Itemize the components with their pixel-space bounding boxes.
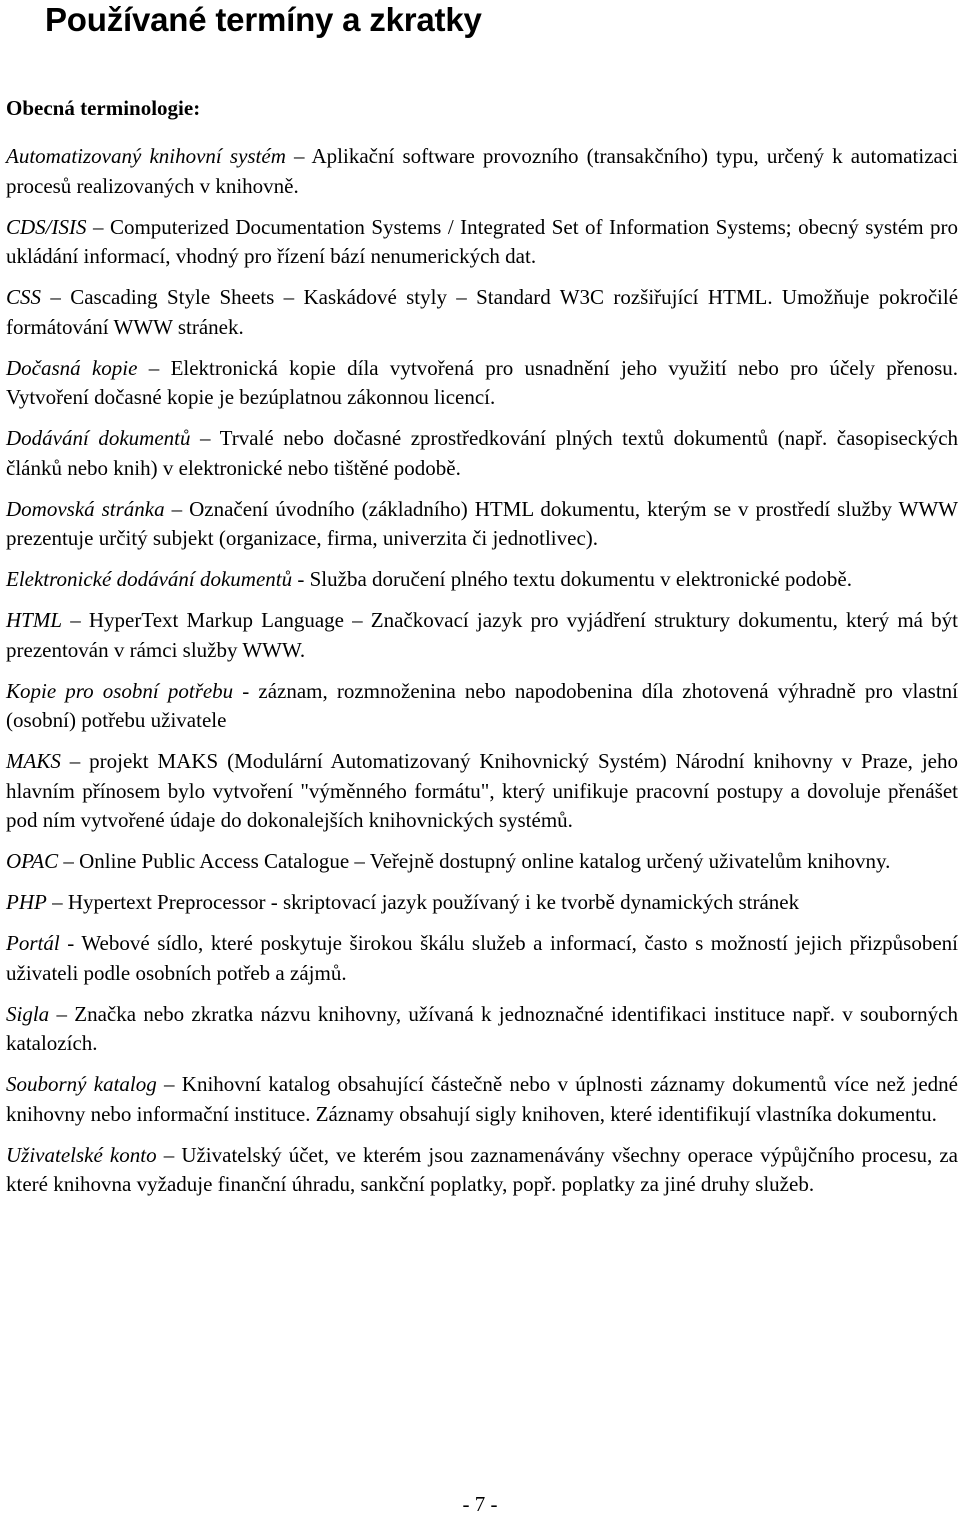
glossary-term: Dodávání dokumentů (6, 426, 191, 450)
glossary-entry: CDS/ISIS – Computerized Documentation Sy… (6, 213, 958, 272)
glossary-entry: OPAC – Online Public Access Catalogue – … (6, 847, 958, 877)
glossary-term: PHP (6, 890, 47, 914)
glossary-entry: Automatizovaný knihovní systém – Aplikač… (6, 142, 958, 201)
separator: – (137, 355, 171, 380)
glossary-entry: Dodávání dokumentů – Trvalé nebo dočasné… (6, 424, 958, 483)
glossary-term: Elektronické dodávání dokumentů (6, 567, 293, 591)
glossary-term: Dočasná kopie (6, 355, 138, 380)
glossary-entry: Domovská stránka – Označení úvodního (zá… (6, 495, 958, 554)
separator: – (58, 849, 80, 873)
glossary-term: MAKS (6, 749, 61, 773)
glossary-term: HTML (6, 608, 63, 632)
glossary-term: Domovská stránka (6, 496, 165, 521)
glossary-definition: Computerized Documentation Systems / Int… (6, 214, 958, 269)
glossary-entry: Dočasná kopie – Elektronická kopie díla … (6, 354, 958, 413)
glossary-term: OPAC (6, 849, 59, 873)
glossary-entry: HTML – HyperText Markup Language – Značk… (6, 606, 958, 665)
page-number: - 7 - (462, 1492, 498, 1516)
separator: – (41, 285, 71, 309)
separator: - (292, 567, 310, 591)
section-heading: Obecná terminologie: (6, 96, 201, 120)
glossary-definition: Služba doručení plného textu dokumentu v… (309, 567, 852, 591)
glossary-term: CSS (6, 285, 42, 309)
separator: – (49, 1001, 75, 1026)
glossary-term: Automatizovaný knihovní systém (6, 144, 286, 168)
separator: – (285, 144, 312, 168)
separator: – (60, 749, 90, 773)
separator: – (156, 1072, 182, 1096)
glossary-definition: HyperText Markup Language – Značkovací j… (6, 608, 958, 662)
glossary-entry: Uživatelské konto – Uživatelský účet, ve… (6, 1141, 958, 1200)
glossary-entry: Elektronické dodávání dokumentů - Služba… (6, 565, 958, 595)
separator: – (46, 890, 68, 914)
glossary-definition: Webové sídlo, které poskytuje širokou šk… (6, 931, 958, 985)
glossary-entry: Kopie pro osobní potřebu - záznam, rozmn… (6, 677, 958, 736)
glossary-term: Sigla (6, 1001, 50, 1026)
glossary-definition: Online Public Access Catalogue – Veřejně… (79, 849, 891, 873)
page-title: Používané termíny a zkratky (45, 1, 482, 38)
glossary-entry: CSS – Cascading Style Sheets – Kaskádové… (6, 283, 958, 342)
glossary-entry: MAKS – projekt MAKS (Modulární Automatiz… (6, 747, 958, 836)
glossary-definition: projekt MAKS (Modulární Automatizovaný K… (6, 749, 958, 832)
glossary-list: Automatizovaný knihovní systém – Aplikač… (6, 142, 958, 1211)
glossary-entry: Souborný katalog – Knihovní katalog obsa… (6, 1070, 958, 1129)
separator: – (190, 426, 220, 450)
glossary-term: CDS/ISIS (6, 214, 87, 239)
glossary-entry: Portál - Webové sídlo, které poskytuje š… (6, 929, 958, 988)
glossary-entry: PHP – Hypertext Preprocessor - skriptova… (6, 888, 958, 918)
glossary-entry: Sigla – Značka nebo zkratka názvu knihov… (6, 1000, 958, 1059)
glossary-definition: Hypertext Preprocessor - skriptovací jaz… (67, 890, 800, 914)
separator: – (86, 214, 110, 239)
glossary-term: Uživatelské konto (6, 1142, 157, 1167)
glossary-term: Souborný katalog (6, 1072, 157, 1096)
glossary-definition: Značka nebo zkratka názvu knihovny, užív… (6, 1001, 958, 1056)
separator: – (164, 496, 190, 521)
separator: – (156, 1142, 182, 1167)
separator: - (233, 678, 259, 703)
glossary-definition: Cascading Style Sheets – Kaskádové styly… (6, 285, 959, 339)
separator: – (62, 608, 89, 632)
glossary-term: Portál (6, 931, 60, 955)
separator: - (59, 931, 82, 955)
glossary-term: Kopie pro osobní potřebu (6, 678, 234, 703)
